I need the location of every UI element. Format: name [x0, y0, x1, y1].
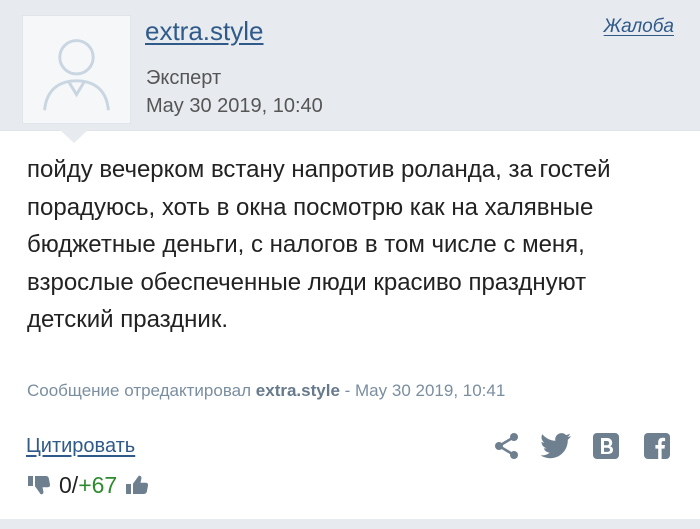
post-date: May 30 2019, 10:40: [146, 95, 323, 117]
quote-link[interactable]: Цитировать: [26, 435, 135, 458]
header-pointer: [60, 130, 88, 143]
thumbs-up-icon[interactable]: [125, 474, 149, 496]
edit-notice-date: - May 30 2019, 10:41: [344, 381, 506, 400]
vk-icon[interactable]: [593, 432, 619, 460]
edit-notice-user: extra.style: [255, 381, 340, 400]
twitter-icon[interactable]: [540, 432, 572, 460]
post-text: пойду вечерком встану напротив роланда, …: [27, 156, 611, 333]
thumbs-down-icon[interactable]: [27, 474, 51, 496]
post-header: extra.style Эксперт May 30 2019, 10:40 Ж…: [0, 0, 700, 131]
rating-negative: 0: [59, 471, 72, 498]
avatar[interactable]: [22, 15, 131, 124]
facebook-icon[interactable]: [644, 432, 670, 460]
edit-notice: Сообщение отредактировал extra.style - M…: [27, 381, 505, 401]
edit-notice-prefix: Сообщение отредактировал: [27, 381, 252, 400]
post-footer-bar: [0, 519, 700, 529]
post-rating: 0 / +67: [27, 470, 149, 500]
author-username[interactable]: extra.style: [145, 16, 264, 47]
share-icon[interactable]: [494, 432, 520, 460]
user-avatar-icon: [43, 39, 110, 111]
rating-positive: +67: [78, 471, 118, 498]
author-role: Эксперт: [146, 67, 222, 89]
complaint-link[interactable]: Жалоба: [604, 16, 674, 38]
